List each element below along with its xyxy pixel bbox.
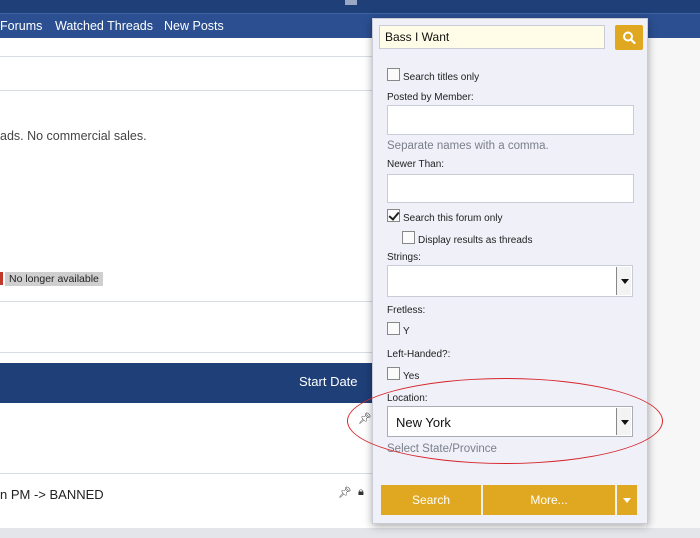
window-icon <box>345 0 357 5</box>
status-badge: No longer available <box>5 272 103 286</box>
search-icon <box>623 31 636 45</box>
left-handed-checkbox[interactable] <box>387 367 400 380</box>
posted-by-hint: Separate names with a comma. <box>387 140 549 152</box>
search-titles-only-checkbox[interactable] <box>387 68 400 81</box>
search-input[interactable]: Bass I Want <box>379 25 605 49</box>
posted-by-label: Posted by Member: <box>387 92 474 103</box>
divider <box>0 301 380 302</box>
nav-watched-threads[interactable]: Watched Threads <box>55 19 153 33</box>
search-button[interactable] <box>615 25 643 50</box>
page-footer-strip <box>0 528 700 538</box>
strings-label: Strings: <box>387 252 421 263</box>
search-this-forum-checkbox[interactable] <box>387 209 400 222</box>
forum-notice: ads. No commercial sales. <box>0 129 147 143</box>
caret-down-icon <box>623 498 631 503</box>
fretless-label: Fretless: <box>387 305 426 316</box>
search-titles-only-label: Search titles only <box>403 72 480 83</box>
status-marker <box>0 272 3 285</box>
search-submit-button[interactable]: Search <box>381 485 481 515</box>
strings-select[interactable] <box>387 265 633 297</box>
divider <box>0 90 380 91</box>
newer-than-field[interactable] <box>387 174 634 203</box>
thread-title[interactable]: n PM -> BANNED <box>0 487 104 502</box>
fretless-checkbox[interactable] <box>387 322 400 335</box>
location-hint: Select State/Province <box>387 443 497 455</box>
divider <box>0 56 380 57</box>
newer-than-label: Newer Than: <box>387 159 445 170</box>
pin-icon: 📌︎ <box>338 487 352 499</box>
search-this-forum-label: Search this forum only <box>403 213 503 224</box>
location-select-value: New York <box>396 415 451 430</box>
fretless-option-label: Y <box>403 326 410 337</box>
divider <box>0 473 380 474</box>
display-as-threads-checkbox[interactable] <box>402 231 415 244</box>
divider <box>0 352 380 353</box>
search-popup: Bass I Want Search titles only Posted by… <box>372 18 648 524</box>
start-date-column-header[interactable]: Start Date <box>299 374 358 389</box>
nav-new-posts[interactable]: New Posts <box>164 19 224 33</box>
location-label: Location: <box>387 393 428 404</box>
nav-forums[interactable]: Forums <box>0 19 42 33</box>
left-handed-option-label: Yes <box>403 371 420 382</box>
location-select[interactable]: New York <box>387 406 633 437</box>
pin-icon: 📌︎ <box>358 413 372 425</box>
left-handed-label: Left-Handed?: <box>387 349 451 360</box>
more-options-dropdown[interactable] <box>617 485 637 515</box>
chevron-down-icon <box>616 267 631 295</box>
lock-icon: 🔒︎ <box>358 486 364 498</box>
posted-by-member-field[interactable] <box>387 105 634 135</box>
more-options-button[interactable]: More... <box>483 485 615 515</box>
top-bar <box>0 0 700 13</box>
chevron-down-icon <box>616 408 631 435</box>
page-margin <box>646 38 700 528</box>
display-as-threads-label: Display results as threads <box>418 235 533 246</box>
